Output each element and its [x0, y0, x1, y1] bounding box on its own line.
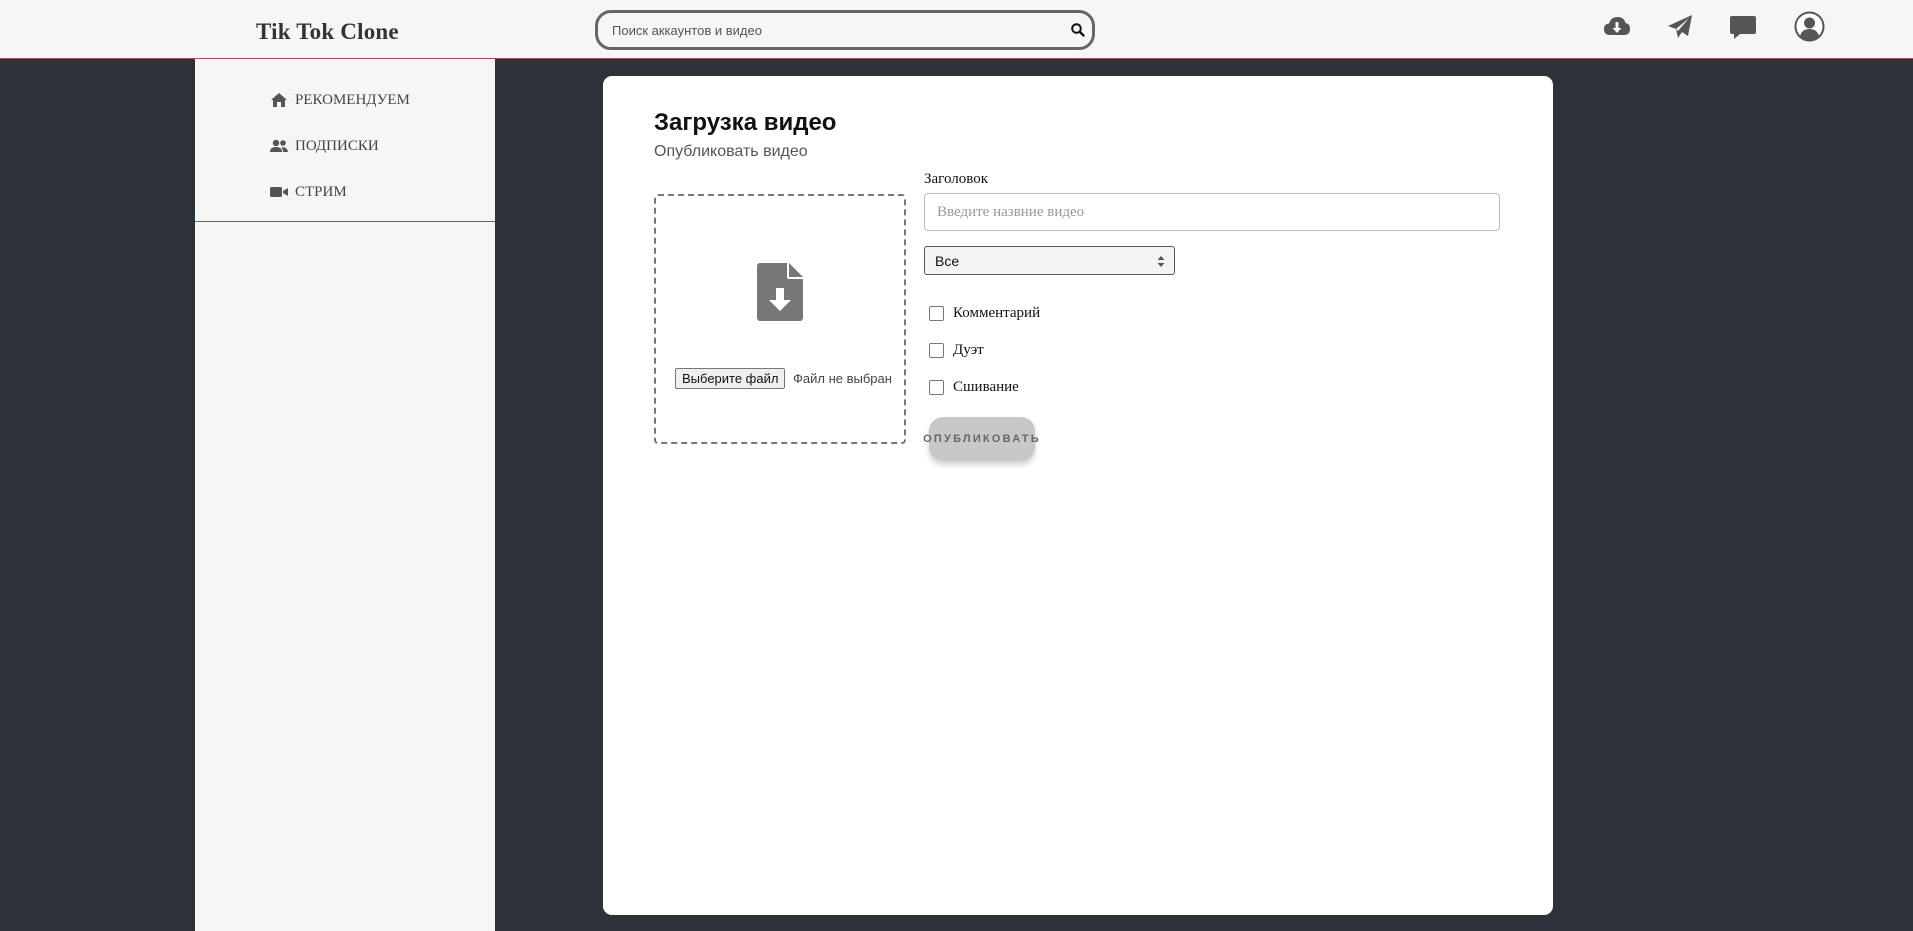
- file-download-icon: [757, 263, 803, 321]
- sidebar-item-label: РЕКОМЕНДУЕМ: [295, 91, 410, 108]
- checkbox-label: Комментарий: [953, 305, 1041, 321]
- search-icon[interactable]: [1070, 22, 1086, 38]
- upload-panel: Загрузка видео Опубликовать видео Выбери…: [603, 76, 1553, 915]
- video-camera-icon: [270, 187, 288, 197]
- checkbox-comments[interactable]: Комментарий: [929, 305, 1040, 322]
- sidebar: РЕКОМЕНДУЕМ ПОДПИСКИ СТРИМ: [195, 59, 495, 931]
- checkbox-box[interactable]: [929, 343, 944, 358]
- paper-plane-icon[interactable]: [1665, 12, 1695, 42]
- user-avatar-icon[interactable]: [1794, 11, 1825, 42]
- video-title-input[interactable]: [924, 193, 1500, 231]
- comment-icon[interactable]: [1728, 12, 1758, 42]
- cloud-download-icon[interactable]: [1602, 12, 1632, 42]
- select-arrows-icon: [1157, 256, 1165, 267]
- sidebar-item-label: СТРИМ: [295, 183, 347, 200]
- app-logo[interactable]: Tik Tok Clone: [256, 19, 399, 45]
- visibility-select-value: Все: [935, 253, 960, 269]
- checkbox-box[interactable]: [929, 306, 944, 321]
- title-field-label: Заголовок: [924, 171, 989, 187]
- sidebar-item-label: ПОДПИСКИ: [295, 137, 379, 154]
- choose-file-button[interactable]: Выберите файл: [675, 368, 786, 389]
- video-dropzone[interactable]: Выберите файл Файл не выбран: [654, 194, 906, 444]
- checkbox-box[interactable]: [929, 380, 944, 395]
- sidebar-item-subscriptions[interactable]: ПОДПИСКИ: [270, 135, 379, 157]
- file-status-text: Файл не выбран: [793, 371, 892, 386]
- search-bar[interactable]: [595, 10, 1095, 50]
- search-input[interactable]: [612, 20, 1052, 40]
- checkbox-duet[interactable]: Дуэт: [929, 342, 984, 359]
- page-subtitle: Опубликовать видео: [654, 143, 808, 160]
- users-icon: [270, 139, 288, 152]
- publish-button[interactable]: ОПУБЛИКОВАТЬ: [923, 417, 1039, 461]
- checkbox-label: Дуэт: [953, 342, 984, 358]
- checkbox-label: Сшивание: [953, 379, 1019, 395]
- sidebar-item-stream[interactable]: СТРИМ: [270, 181, 347, 203]
- visibility-select[interactable]: Все: [924, 246, 1175, 275]
- top-navbar: Tik Tok Clone: [0, 0, 1913, 59]
- sidebar-item-recommended[interactable]: РЕКОМЕНДУЕМ: [270, 89, 410, 111]
- home-icon: [271, 93, 287, 107]
- page-title: Загрузка видео: [654, 109, 837, 136]
- checkbox-stitch[interactable]: Сшивание: [929, 379, 1019, 396]
